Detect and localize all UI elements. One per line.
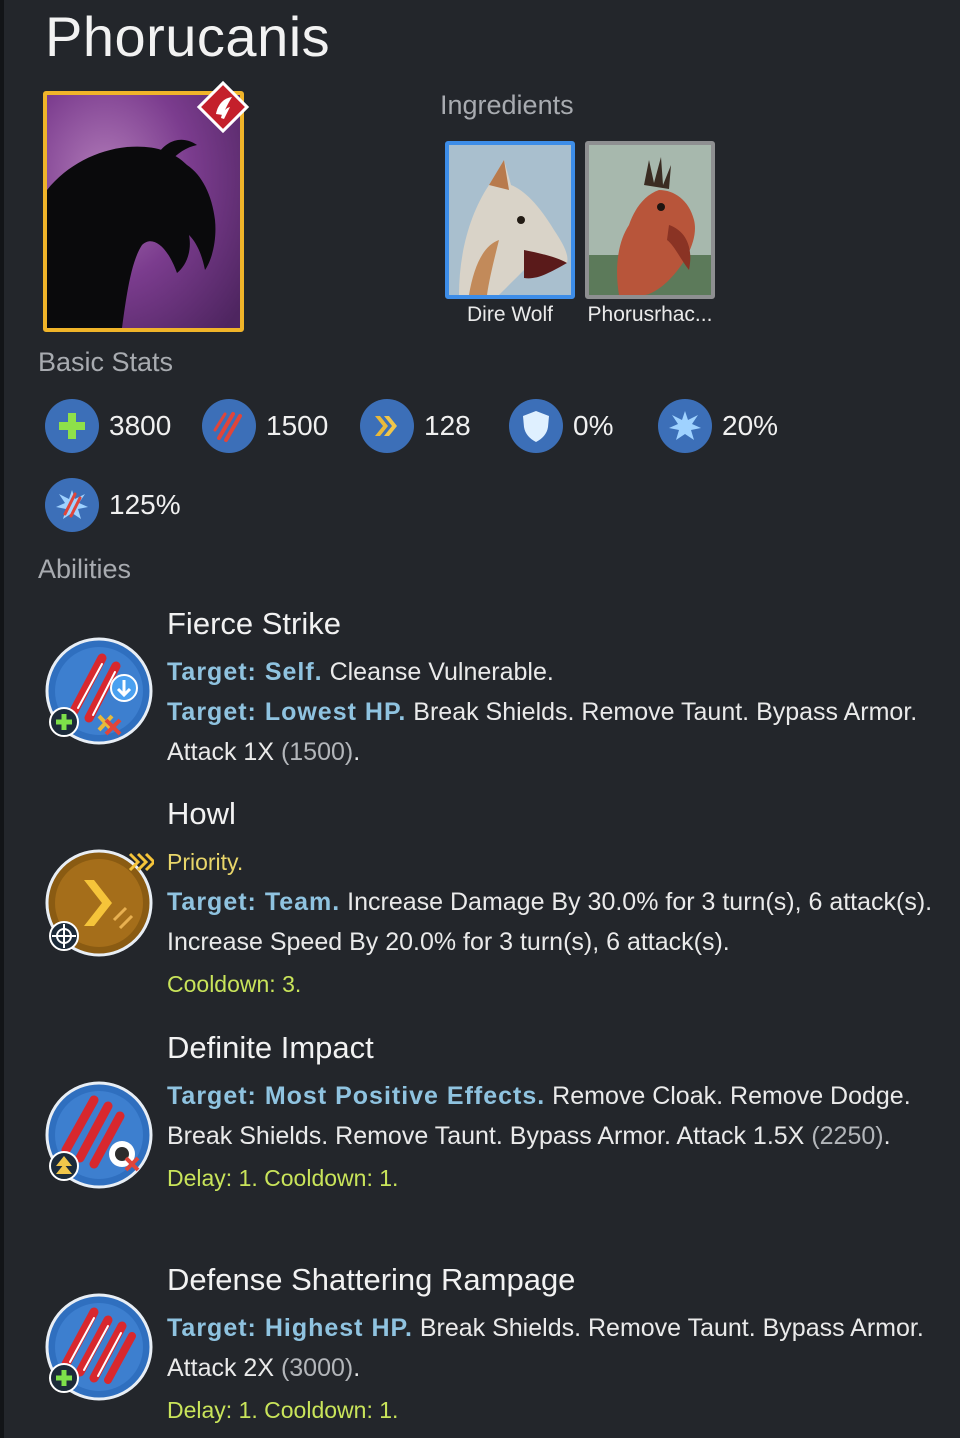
- ability-target: Target: Team.: [167, 888, 341, 916]
- ability-target: Target: Lowest HP.: [167, 698, 407, 726]
- stat-value: 1500: [266, 410, 329, 441]
- ingredients-label: Ingredients: [440, 90, 574, 120]
- ability-target: Target: Self.: [167, 658, 323, 686]
- stat-value: 125%: [109, 489, 181, 520]
- critical-chance-icon: [658, 399, 712, 453]
- critical-damage-icon: [45, 478, 99, 532]
- ability-priority: Priority.: [167, 849, 244, 875]
- basic-stats-label: Basic Stats: [38, 347, 174, 377]
- ability-name: Definite Impact: [167, 1030, 374, 1065]
- ability-effect-line: Target: Lowest HP. Break Shields. Remove…: [167, 692, 937, 772]
- stat-critical-chance: 20%: [658, 399, 778, 453]
- ingredient-phorusrhacos[interactable]: Phorusrhac...: [585, 141, 715, 327]
- punctuation: .: [883, 1122, 891, 1150]
- creature-title: Phorucanis: [45, 5, 331, 68]
- ability-damage-value: (1500): [280, 738, 354, 766]
- stat-critical-damage: 125%: [45, 478, 181, 532]
- ability-effect-line: Target: Team. Increase Damage By 30.0% f…: [167, 882, 937, 962]
- armor-icon: [509, 399, 563, 453]
- howl-icon: [45, 849, 154, 957]
- window-edge: [0, 0, 4, 1438]
- ability-effect-line: Target: Self. Cleanse Vulnerable.: [167, 652, 937, 692]
- ability-damage-value: (2250): [811, 1122, 884, 1150]
- stat-value: 3800: [109, 410, 172, 441]
- rarity-badge-icon: [196, 80, 250, 134]
- ability-name: Fierce Strike: [167, 606, 341, 641]
- stat-damage: 1500: [202, 399, 328, 453]
- punctuation: .: [353, 1354, 361, 1382]
- abilities-label: Abilities: [38, 554, 132, 584]
- ingredient-name: Dire Wolf: [467, 303, 553, 326]
- health-icon: [45, 399, 99, 453]
- ability-damage-value: (3000): [280, 1354, 354, 1382]
- speed-icon: [360, 399, 414, 453]
- stat-value: 20%: [722, 410, 779, 441]
- ability-target: Target: Most Positive Effects.: [167, 1082, 546, 1110]
- stat-speed: 128: [360, 399, 471, 453]
- stat-armor: 0%: [509, 399, 613, 453]
- dire-wolf-portrait: [445, 141, 575, 299]
- stat-value: 128: [424, 410, 471, 441]
- phorusrhacos-portrait: [585, 141, 715, 299]
- fierce-strike-icon: [45, 637, 153, 745]
- ability-effect: Cleanse Vulnerable.: [322, 658, 554, 686]
- ability-name: Defense Shattering Rampage: [167, 1262, 576, 1297]
- ability-cooldown: Cooldown: 3.: [167, 971, 302, 997]
- punctuation: .: [353, 738, 361, 766]
- damage-icon: [202, 399, 256, 453]
- ingredient-name: Phorusrhac...: [587, 303, 713, 326]
- defense-shattering-rampage-icon: [45, 1293, 153, 1401]
- ability-target: Target: Highest HP.: [167, 1314, 413, 1342]
- definite-impact-icon: [45, 1081, 153, 1189]
- ingredient-dire-wolf[interactable]: Dire Wolf: [445, 141, 575, 327]
- ability-effect-line: Target: Most Positive Effects. Remove Cl…: [167, 1076, 937, 1156]
- stat-value: 0%: [573, 410, 614, 441]
- ability-cooldown: Delay: 1. Cooldown: 1.: [167, 1165, 399, 1191]
- ability-cooldown: Delay: 1. Cooldown: 1.: [167, 1397, 399, 1423]
- ability-effect-line: Target: Highest HP. Break Shields. Remov…: [167, 1308, 937, 1388]
- ability-name: Howl: [167, 796, 236, 831]
- stat-health: 3800: [45, 399, 171, 453]
